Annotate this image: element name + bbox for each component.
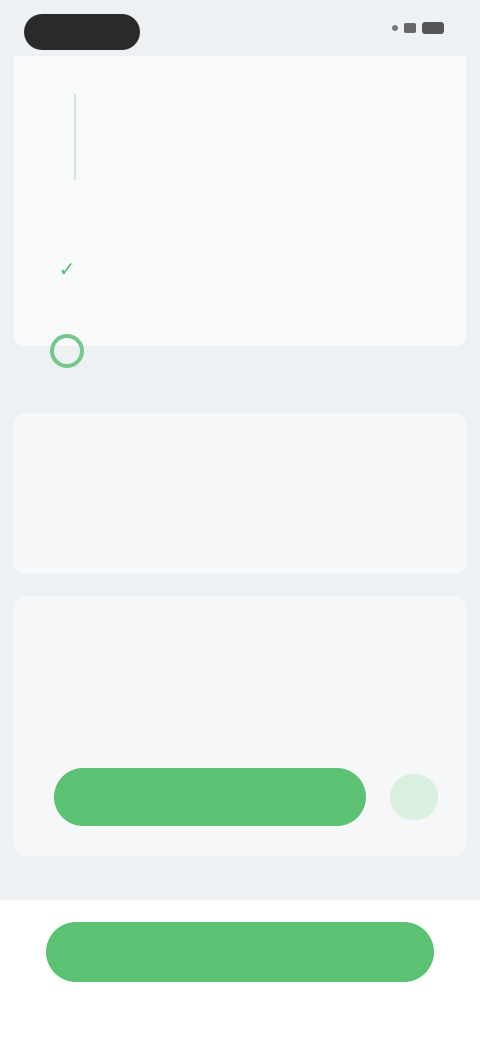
- status-bar: [0, 0, 480, 60]
- step-connector: [74, 94, 76, 180]
- cta-card: [14, 596, 466, 856]
- step-item[interactable]: [14, 252, 466, 368]
- continue-button[interactable]: [46, 922, 434, 982]
- cta-primary-button[interactable]: [54, 768, 366, 826]
- step-item[interactable]: ✓: [14, 172, 466, 281]
- dynamic-island: [24, 14, 140, 50]
- progress-steps-card: ✓: [14, 56, 466, 368]
- signal-icon: [392, 25, 398, 31]
- pending-circle-icon: [50, 334, 84, 368]
- info-card: [14, 414, 466, 574]
- battery-icon: [422, 22, 444, 34]
- cta-secondary-button[interactable]: [390, 774, 438, 820]
- step-item[interactable]: [14, 60, 466, 180]
- footer: [0, 900, 480, 1040]
- wifi-icon: [404, 23, 416, 33]
- status-icons: [392, 22, 444, 34]
